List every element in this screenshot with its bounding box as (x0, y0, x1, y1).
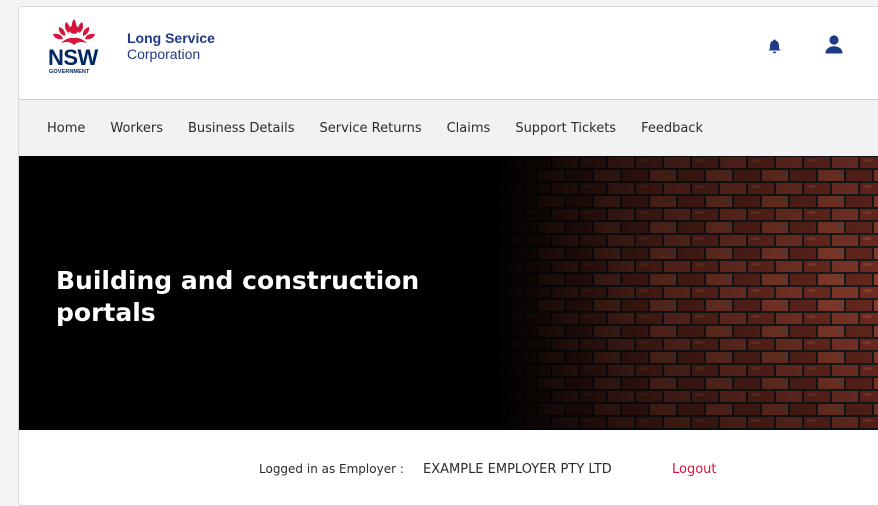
logo-wordmark: NSW (48, 45, 98, 70)
bell-icon (768, 39, 781, 54)
nav-service-returns[interactable]: Service Returns (320, 121, 422, 136)
org-name-line2: Corporation (127, 46, 201, 62)
organisation-name: Long Service Corporation (127, 30, 215, 62)
logged-in-label: Logged in as Employer : (259, 462, 404, 476)
nav-business-details[interactable]: Business Details (188, 121, 295, 136)
nav-support-tickets[interactable]: Support Tickets (515, 121, 616, 136)
nav-home[interactable]: Home (47, 121, 85, 136)
site-header: NSW GOVERNMENT Long Service Corporation (19, 7, 878, 100)
user-icon (825, 35, 843, 54)
nav-claims[interactable]: Claims (447, 121, 491, 136)
nav-feedback[interactable]: Feedback (641, 121, 703, 136)
session-status-bar: Logged in as Employer : EXAMPLE EMPLOYER… (19, 430, 878, 500)
nav-workers[interactable]: Workers (110, 121, 163, 136)
account-button[interactable] (825, 35, 843, 59)
portal-window: NSW GOVERNMENT Long Service Corporation … (18, 6, 878, 506)
logo-subtext: GOVERNMENT (49, 69, 90, 75)
main-navigation: Home Workers Business Details Service Re… (19, 100, 878, 156)
employer-name: EXAMPLE EMPLOYER PTY LTD (423, 462, 612, 477)
nsw-government-logo[interactable]: NSW GOVERNMENT (47, 17, 102, 81)
hero-title: Building and construction portals (56, 266, 420, 327)
logout-link[interactable]: Logout (672, 462, 717, 477)
hero-banner: Building and construction portals (19, 156, 878, 430)
org-name-line1: Long Service (127, 30, 215, 46)
notifications-button[interactable] (768, 39, 781, 59)
